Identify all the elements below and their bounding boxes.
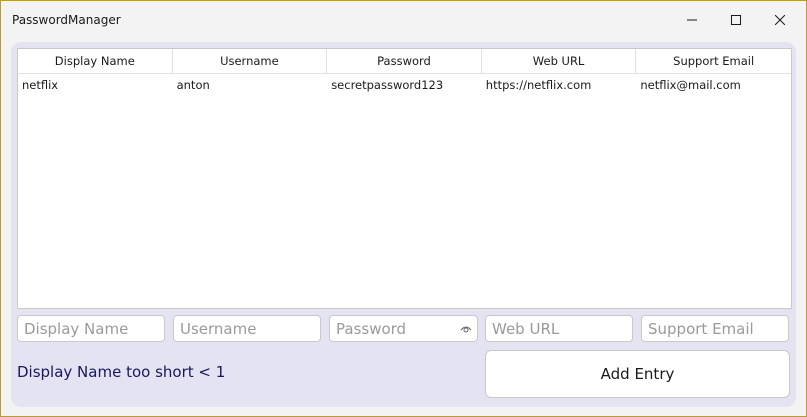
web-url-input[interactable]: [485, 315, 633, 342]
table-header: Display Name Username Password Web URL S…: [18, 49, 791, 74]
close-button[interactable]: [758, 1, 802, 39]
eye-icon: [460, 326, 472, 333]
cell-password[interactable]: secretpassword123: [327, 74, 482, 96]
maximize-button[interactable]: [714, 1, 758, 39]
username-input[interactable]: [173, 315, 321, 342]
title-bar[interactable]: PasswordManager: [1, 1, 806, 39]
column-header-support-email[interactable]: Support Email: [636, 49, 791, 73]
minimize-button[interactable]: [670, 1, 714, 39]
column-header-display-name[interactable]: Display Name: [18, 49, 173, 73]
cell-web-url[interactable]: https://netflix.com: [482, 74, 637, 96]
app-window: PasswordManager Display Name Username Pa…: [0, 0, 807, 417]
add-entry-button[interactable]: Add Entry: [485, 350, 790, 398]
table-row[interactable]: netflix anton secretpassword123 https://…: [18, 74, 791, 96]
password-input[interactable]: [329, 315, 478, 342]
cell-username[interactable]: anton: [173, 74, 328, 96]
column-header-username[interactable]: Username: [173, 49, 328, 73]
show-password-button[interactable]: [459, 322, 473, 336]
maximize-icon: [731, 15, 741, 25]
column-header-password[interactable]: Password: [327, 49, 482, 73]
support-email-input[interactable]: [641, 315, 789, 342]
close-icon: [775, 15, 785, 25]
cell-support-email[interactable]: netflix@mail.com: [636, 74, 791, 96]
window-title: PasswordManager: [12, 13, 121, 27]
minimize-icon: [687, 19, 697, 21]
display-name-input[interactable]: [17, 315, 165, 342]
validation-error-message: Display Name too short < 1: [17, 363, 226, 381]
entries-table[interactable]: Display Name Username Password Web URL S…: [17, 48, 792, 309]
cell-display-name[interactable]: netflix: [18, 74, 173, 96]
main-panel: Display Name Username Password Web URL S…: [11, 42, 796, 407]
column-header-web-url[interactable]: Web URL: [482, 49, 637, 73]
